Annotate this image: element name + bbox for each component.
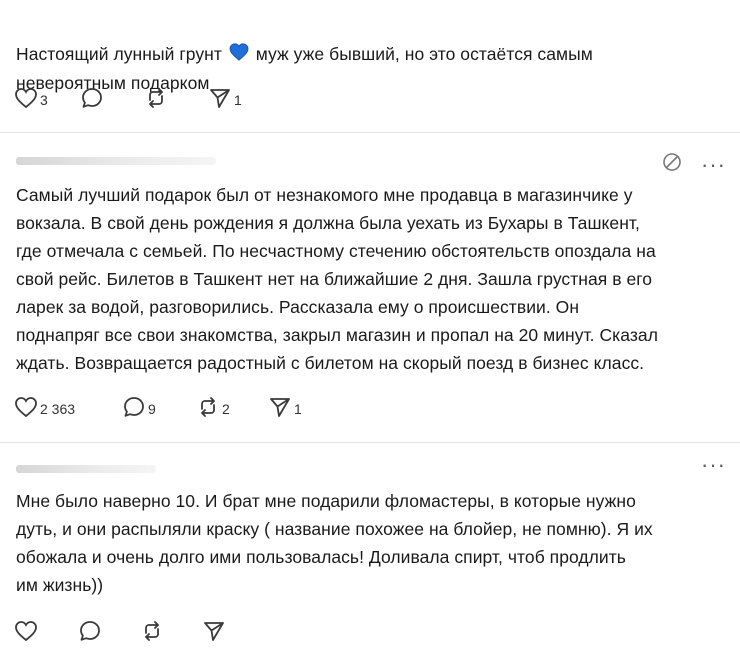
share-button[interactable]: 1 xyxy=(208,86,242,110)
author-name-blurred xyxy=(16,157,216,165)
heart-outline-icon xyxy=(14,620,38,642)
share-count: 1 xyxy=(234,92,242,108)
author-name-blurred xyxy=(16,465,156,473)
share-button[interactable] xyxy=(202,619,228,643)
heart-outline-icon xyxy=(14,87,38,109)
post-3-meta: ··· xyxy=(701,454,726,476)
comment-button[interactable] xyxy=(80,86,144,110)
heart-outline-icon xyxy=(14,396,38,418)
comment-count: 9 xyxy=(148,401,156,417)
paper-plane-icon xyxy=(202,619,226,643)
comment-button[interactable] xyxy=(78,619,140,643)
post-2-actions: 2 363 9 2 1 xyxy=(14,394,302,420)
repost-button[interactable]: 2 xyxy=(196,395,268,419)
like-count: 3 xyxy=(40,92,48,108)
post-2-meta: ··· xyxy=(661,151,726,178)
repost-arrows-icon xyxy=(196,395,220,419)
comment-button[interactable]: 9 xyxy=(122,395,196,419)
more-dots-icon[interactable]: ··· xyxy=(701,153,726,175)
repost-arrows-icon xyxy=(140,619,164,643)
speech-bubble-icon xyxy=(78,619,102,643)
repost-count: 2 xyxy=(222,401,230,417)
like-count: 2 363 xyxy=(40,401,76,417)
like-button[interactable]: 3 xyxy=(14,87,80,109)
like-button[interactable] xyxy=(14,620,78,642)
repost-button[interactable] xyxy=(140,619,202,643)
share-button[interactable]: 1 xyxy=(268,395,302,419)
share-count: 1 xyxy=(294,401,302,417)
post-2: ··· Самый лучший подарок был от незнаком… xyxy=(0,133,740,438)
paper-plane-icon xyxy=(268,395,292,419)
post-3-text: Мне было наверно 10. И брат мне подарили… xyxy=(16,491,653,595)
like-button[interactable]: 2 363 xyxy=(14,396,122,418)
muted-circle-icon[interactable] xyxy=(661,151,683,178)
post-3-actions xyxy=(14,618,228,644)
repost-button[interactable] xyxy=(144,86,208,110)
post-2-text: Самый лучший подарок был от незнакомого … xyxy=(16,185,658,373)
paper-plane-icon xyxy=(208,86,232,110)
speech-bubble-icon xyxy=(122,395,146,419)
blue-heart-emoji-icon xyxy=(229,41,249,69)
speech-bubble-icon xyxy=(80,86,104,110)
repost-arrows-icon xyxy=(144,86,168,110)
post-1-actions: 3 1 xyxy=(14,85,242,111)
more-dots-icon[interactable]: ··· xyxy=(701,454,726,476)
post-3: ··· Мне было наверно 10. И брат мне пода… xyxy=(0,443,740,660)
post-1: Настоящий лунный грунт муж уже бывший, н… xyxy=(0,0,740,130)
